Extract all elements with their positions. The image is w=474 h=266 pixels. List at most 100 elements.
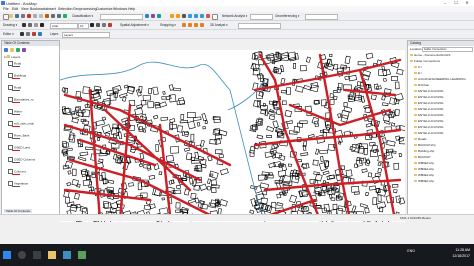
bold-icon[interactable] [90,23,94,27]
menu-customize[interactable]: Customize [96,7,113,11]
redo-icon[interactable] [57,14,61,18]
catalog-item[interactable]: BACKUP.shp [414,143,436,147]
font-dropdown[interactable]: Arial [50,22,78,29]
font-color-icon[interactable] [108,23,112,27]
rectangle-icon[interactable] [34,23,38,27]
paste-icon[interactable] [39,14,43,18]
catalog-item[interactable]: Home - Documents\ArcGIS [410,53,450,57]
3d-layer-dropdown[interactable] [238,22,281,29]
catalog-item[interactable]: E:\ [414,71,422,75]
catalog-item[interactable]: ENYELLUCUVZOL [414,125,444,129]
start-button-icon[interactable] [3,251,11,259]
file-explorer-icon[interactable] [48,251,56,259]
straight-segment-icon[interactable] [32,32,36,36]
layer-dropdown[interactable]: Layers [62,31,110,38]
classification-label[interactable]: Classification ▾ [72,14,93,18]
menu-selection[interactable]: Selection [58,7,72,11]
drawing-label[interactable]: Drawing ▾ [3,23,17,27]
catalog-item[interactable]: D\Urban [414,83,429,87]
classification-dropdown[interactable] [100,13,143,20]
catalog-item[interactable]: W8DEd.shp [414,167,434,171]
menu-edit[interactable]: Edit [12,7,18,11]
catalog-item[interactable]: Folder Connections [410,59,440,63]
text-icon[interactable] [40,23,44,27]
list-by-visibility-icon[interactable] [16,48,20,52]
underline-icon[interactable] [102,23,106,27]
georef-layer-dropdown[interactable] [305,13,338,20]
menu-file[interactable]: File [3,7,9,11]
3d-analyst-label[interactable]: 3D Analyst ▾ [210,23,228,27]
catalog-item[interactable]: BACKUP [414,155,430,159]
zoom-in-icon[interactable] [170,14,174,18]
print-icon[interactable] [21,14,25,18]
menu-bookmarks[interactable]: Bookmarks [30,7,48,11]
menu-insert[interactable]: Insert [47,7,56,11]
list-by-selection-icon[interactable] [22,48,26,52]
select-elements-icon[interactable] [22,23,26,27]
forward-extent-icon[interactable] [200,14,204,18]
layers-root[interactable]: ⊟ Layers [4,55,20,59]
rotate-icon[interactable] [28,23,32,27]
catalog-item[interactable]: Building.shp [414,149,434,153]
add-data-icon[interactable] [63,14,67,18]
list-by-drawing-order-icon[interactable] [4,48,8,52]
undo-icon[interactable] [51,14,55,18]
python-icon[interactable] [151,14,155,18]
menu-geoprocessing[interactable]: Geoprocessing [73,7,97,11]
open-icon[interactable] [9,14,13,18]
create-features-icon[interactable] [38,32,42,36]
network-analyst-label[interactable]: Network Analyst ▾ [222,14,247,18]
map-svg[interactable] [59,50,408,227]
model-builder-icon[interactable] [157,14,161,18]
select-features-icon[interactable] [206,14,210,18]
list-by-source-icon[interactable] [10,48,14,52]
italic-icon[interactable] [96,23,100,27]
point-snap-icon[interactable] [182,23,186,27]
catalog-item[interactable]: C:\ [414,65,422,69]
catalog-item[interactable]: Roads [414,137,427,141]
expand-icon[interactable]: ⊟ [4,55,7,59]
browser-icon[interactable] [63,251,71,259]
toolbox-icon[interactable] [145,14,149,18]
catalog-location-field[interactable]: Folder Connections [422,47,473,52]
copy-icon[interactable] [33,14,37,18]
edge-snap-icon[interactable] [200,23,204,27]
catalog-item[interactable]: ENYELLUCUVZOL [414,89,444,93]
menu-view[interactable]: View [21,7,29,11]
catalog-item[interactable]: W8DEd.shp [414,161,434,165]
snapping-label[interactable]: Snapping ▾ [160,23,176,27]
catalog-item[interactable]: ENYELLUCUVZOL [414,101,444,105]
full-extent-icon[interactable] [188,14,192,18]
catalog-item[interactable]: ENYELLUCUVZOL [414,131,444,135]
toc-bottom-tab[interactable]: Table Of Contents [4,209,33,213]
zoom-out-icon[interactable] [176,14,180,18]
cut-icon[interactable] [27,14,31,18]
catalog-item[interactable]: ENYELLUCUVZOL [414,95,444,99]
catalog-item[interactable]: W8DEd.shp [414,179,434,183]
menu-windows[interactable]: Windows [113,7,127,11]
catalog-item[interactable]: ENYELLUCUVZOL [414,107,444,111]
edit-annotation-icon[interactable] [26,32,30,36]
delete-icon[interactable] [45,14,49,18]
spatial-adjustment-label[interactable]: Spatial Adjustment ▾ [120,23,149,27]
catalog-item[interactable]: W8DEd.shp [414,173,434,177]
editor-label[interactable]: Editor ▾ [3,32,14,36]
map-canvas[interactable] [59,50,408,227]
save-icon[interactable] [15,14,19,18]
arcmap-taskbar-icon[interactable] [78,251,86,259]
menu-help[interactable]: Help [128,7,135,11]
identify-icon[interactable] [212,14,218,20]
catalog-item[interactable]: ENYELLUCUVZOL [414,119,444,123]
georeferencing-label[interactable]: Georeferencing ▾ [275,14,299,18]
font-size-dropdown[interactable]: 10 [78,22,89,29]
clock-date[interactable]: 12/18/2017 [420,254,470,258]
back-extent-icon[interactable] [194,14,198,18]
catalog-item[interactable]: ENYELLUCUVZOL [414,113,444,117]
language-indicator[interactable]: ENG [400,249,415,253]
vertex-snap-icon[interactable] [194,23,198,27]
pan-icon[interactable] [182,14,186,18]
edit-tool-icon[interactable] [20,32,24,36]
task-view-icon[interactable] [33,251,41,259]
end-snap-icon[interactable] [188,23,192,27]
search-icon[interactable] [18,251,26,259]
